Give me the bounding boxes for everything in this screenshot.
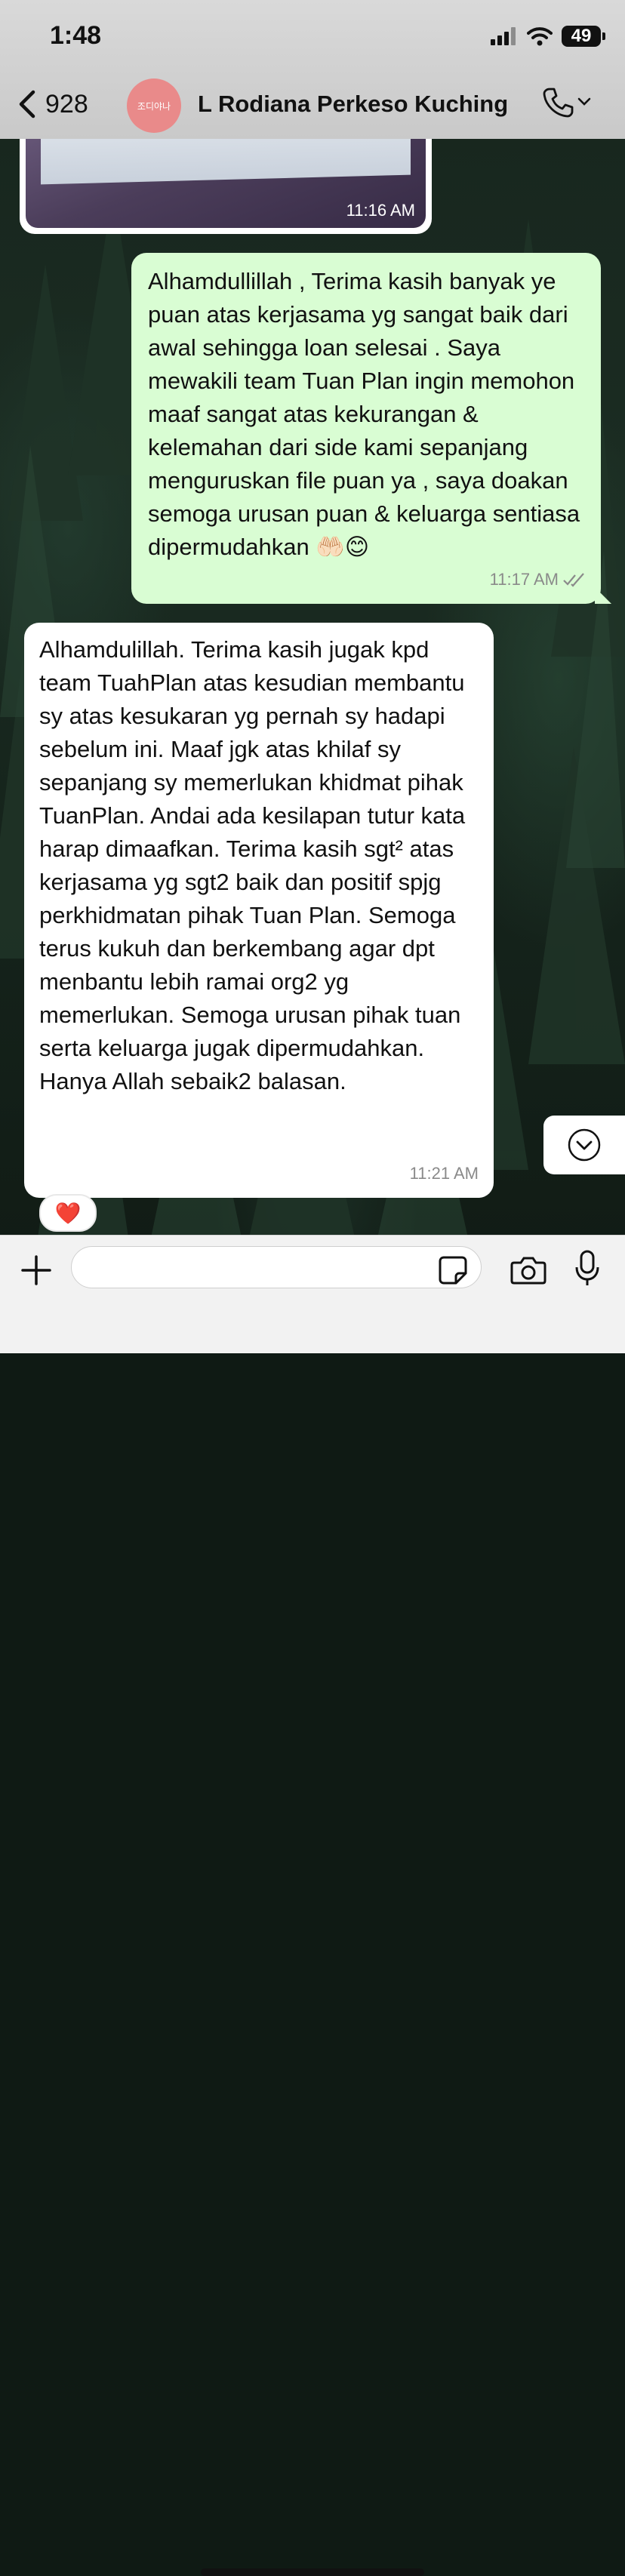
status-icons: 49 bbox=[491, 23, 605, 50]
plus-icon[interactable] bbox=[20, 1254, 53, 1287]
message-meta: 11:17 AM bbox=[490, 563, 586, 596]
double-check-icon bbox=[563, 573, 584, 587]
outgoing-message[interactable]: Alhamdullillah , Terima kasih banyak ye … bbox=[131, 253, 611, 604]
message-time: 11:17 AM bbox=[489, 570, 559, 589]
signal-icon bbox=[491, 27, 516, 45]
unread-count: 928 bbox=[45, 89, 88, 118]
message-text: Alhamdullillah , Terima kasih banyak ye … bbox=[148, 268, 587, 560]
message-text: Alhamdulillah. Terima kasih jugak kpd te… bbox=[39, 636, 472, 1094]
message-composer bbox=[0, 1235, 625, 2576]
status-time: 1:48 bbox=[50, 21, 102, 50]
navigation-header: 1:48 49 928 조디야나 L Rodiana Perkeso Kuchi… bbox=[0, 0, 625, 139]
heart-reaction: ❤️ bbox=[54, 1201, 82, 1225]
camera-icon[interactable] bbox=[510, 1255, 546, 1285]
battery-indicator: 49 bbox=[562, 26, 605, 47]
battery-level: 49 bbox=[571, 26, 592, 46]
message-input[interactable] bbox=[71, 1246, 482, 1288]
avatar-text: 조디야나 bbox=[137, 100, 171, 112]
home-indicator[interactable] bbox=[201, 2568, 424, 2576]
chevron-down-icon bbox=[577, 97, 591, 106]
message-time: 11:21 AM bbox=[409, 1164, 479, 1183]
phone-icon bbox=[543, 88, 574, 118]
chevron-left-icon bbox=[19, 90, 35, 118]
bubble-tail bbox=[595, 587, 611, 604]
contact-name[interactable]: L Rodiana Perkeso Kuching bbox=[198, 91, 508, 118]
message-meta: 11:21 AM bbox=[410, 1157, 479, 1190]
sticker-icon[interactable] bbox=[438, 1255, 468, 1285]
scroll-to-bottom-button[interactable] bbox=[543, 1116, 625, 1174]
mic-icon[interactable] bbox=[574, 1249, 601, 1288]
message-time: 11:16 AM bbox=[346, 201, 415, 220]
incoming-message[interactable]: Alhamdulillah. Terima kasih jugak kpd te… bbox=[24, 623, 494, 1198]
message-reaction[interactable]: ❤️ bbox=[39, 1194, 97, 1232]
call-button[interactable] bbox=[542, 86, 592, 118]
back-button[interactable]: 928 bbox=[17, 89, 88, 119]
avatar[interactable]: 조디야나 bbox=[127, 78, 181, 133]
chevron-down-circle-icon bbox=[568, 1128, 601, 1162]
wifi-icon bbox=[527, 27, 553, 46]
